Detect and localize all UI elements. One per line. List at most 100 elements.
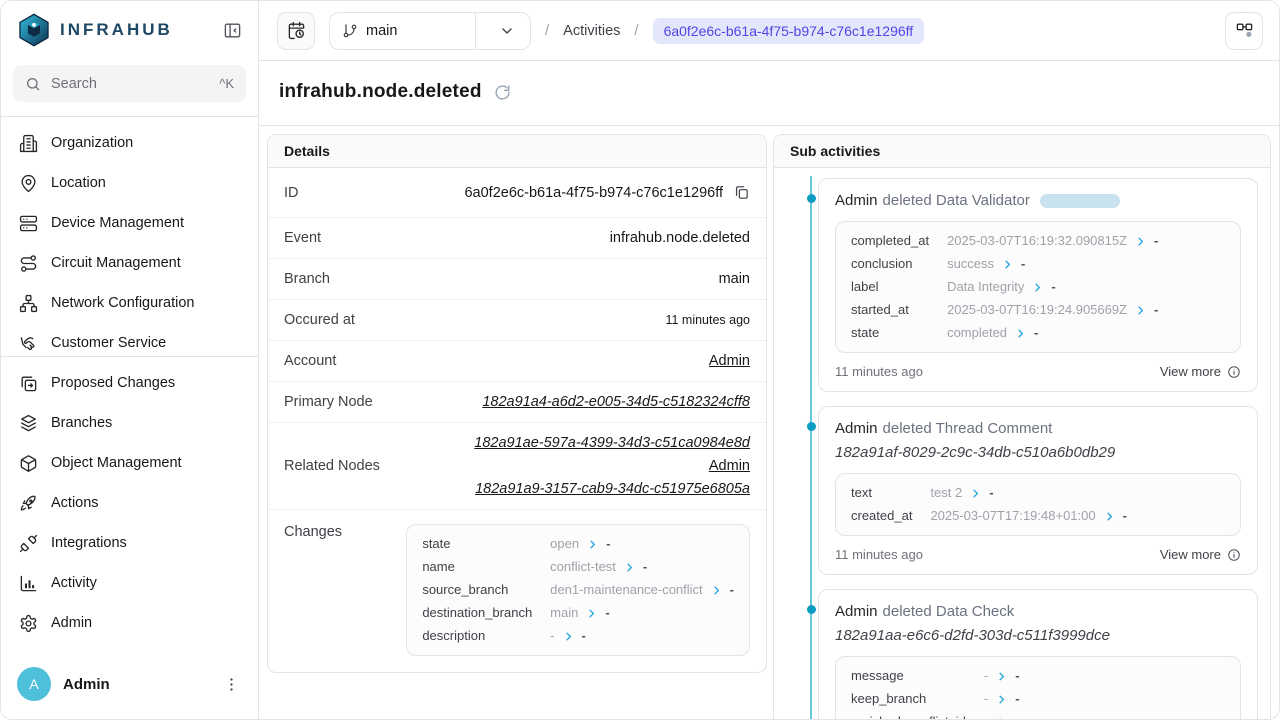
breadcrumb-activities[interactable]: Activities [563, 23, 620, 39]
server-icon [19, 214, 38, 233]
activity-action: deleted Data Check [883, 603, 1015, 620]
sidebar-item-device-management[interactable]: Device Management [9, 203, 250, 243]
kebab-menu-icon [223, 676, 240, 693]
chevron-right-icon [1002, 259, 1013, 270]
app-window: INFRAHUB Search ^K Organization Location… [0, 0, 1280, 720]
refresh-button[interactable] [494, 84, 511, 101]
sidebar-item-object-management[interactable]: Object Management [9, 443, 250, 483]
activity-action: deleted Thread Comment [883, 420, 1053, 437]
diff-icon [19, 374, 38, 393]
sidebar-item-label: Branches [51, 415, 112, 431]
activity-properties: message -- keep_branch -- enriched_confl… [835, 656, 1241, 719]
sidebar-item-network-configuration[interactable]: Network Configuration [9, 283, 250, 323]
calendar-clock-icon [287, 21, 306, 40]
activity-node-id: 182a91aa-e6c6-d2fd-303d-c511f3999dce [835, 627, 1241, 644]
account-link[interactable]: Admin [709, 353, 750, 369]
sidebar-item-label: Network Configuration [51, 295, 194, 311]
sidebar-item-admin[interactable]: Admin [9, 603, 250, 643]
chevron-right-icon [1015, 328, 1026, 339]
sidebar-item-organization[interactable]: Organization [9, 123, 250, 163]
sidebar-item-label: Admin [51, 615, 92, 631]
related-node-link[interactable]: 182a91a9-3157-cab9-34dc-c51975e6805a [475, 481, 750, 497]
info-icon [1227, 548, 1241, 562]
sidebar-item-proposed-changes[interactable]: Proposed Changes [9, 363, 250, 403]
detail-label: Account [284, 353, 336, 369]
activity-properties: text test 2- created_at 2025-03-07T17:19… [835, 473, 1241, 536]
sidebar-item-integrations[interactable]: Integrations [9, 523, 250, 563]
sidebar-nav-primary: Organization Location Device Management … [1, 117, 258, 356]
chevron-right-icon [970, 488, 981, 499]
view-more-button[interactable]: View more [1160, 547, 1241, 562]
sidebar-item-label: Integrations [51, 535, 127, 551]
related-node-link[interactable]: Admin [709, 458, 750, 474]
bar-chart-icon [19, 574, 38, 593]
breadcrumb-activity-id[interactable]: 6a0f2e6c-b61a-4f75-b974-c76c1e1296ff [653, 18, 925, 44]
plug-icon [19, 534, 38, 553]
detail-row-changes: Changes state open- name conflict-test- … [268, 510, 766, 672]
detail-row-occured-at: Occured at 11 minutes ago [268, 300, 766, 341]
panel-collapse-icon [223, 21, 242, 40]
changes-properties: state open- name conflict-test- source_b… [406, 524, 750, 656]
activity-node-id: 182a91af-8029-2c9c-34db-c510a6b0db29 [835, 444, 1241, 461]
detail-label: ID [284, 185, 299, 201]
chevron-right-icon [1135, 236, 1146, 247]
info-icon [1227, 365, 1241, 379]
sidebar-item-label: Customer Service [51, 335, 166, 351]
detail-row-id: ID 6a0f2e6c-b61a-4f75-b974-c76c1e1296ff [268, 168, 766, 218]
chevron-right-icon [711, 585, 722, 596]
gear-icon [19, 614, 38, 633]
related-node-link[interactable]: 182a91ae-597a-4399-34d3-c51ca0984e8d [474, 435, 750, 451]
sidebar-item-customer-service[interactable]: Customer Service [9, 323, 250, 356]
graph-view-button[interactable] [1225, 12, 1263, 50]
sub-activity-card: Admin deleted Data Validator completed_a… [818, 178, 1258, 392]
activity-timestamp: 11 minutes ago [835, 364, 923, 379]
activity-actor: Admin [835, 192, 878, 209]
chevron-right-icon [624, 562, 635, 573]
sidebar-item-branches[interactable]: Branches [9, 403, 250, 443]
infrahub-logo-icon [17, 13, 51, 47]
time-travel-button[interactable] [277, 12, 315, 50]
detail-value-id: 6a0f2e6c-b61a-4f75-b974-c76c1e1296ff [464, 185, 723, 201]
chevron-right-icon [1032, 282, 1043, 293]
copy-icon [733, 184, 750, 201]
top-bar: main / Activities / 6a0f2e6c-b61a-4f75-b… [259, 1, 1279, 61]
sidebar-collapse-button[interactable] [221, 19, 244, 42]
map-pin-icon [19, 174, 38, 193]
sidebar-item-actions[interactable]: Actions [9, 483, 250, 523]
sidebar: INFRAHUB Search ^K Organization Location… [1, 1, 259, 719]
main-area: main / Activities / 6a0f2e6c-b61a-4f75-b… [259, 1, 1279, 719]
activity-title: Admin deleted Data Validator [835, 192, 1241, 209]
copy-id-button[interactable] [733, 184, 750, 201]
detail-row-related-nodes: Related Nodes 182a91ae-597a-4399-34d3-c5… [268, 423, 766, 510]
activity-footer: 11 minutes ago View more [835, 547, 1241, 562]
branch-dropdown-toggle[interactable] [484, 23, 530, 39]
sidebar-header: INFRAHUB [1, 1, 258, 57]
sub-activities-panel-title: Sub activities [774, 135, 1270, 168]
primary-node-link[interactable]: 182a91a4-a6d2-e005-34d5-c5182324cff8 [482, 394, 750, 410]
details-panel-title: Details [268, 135, 766, 168]
sidebar-item-label: Device Management [51, 215, 184, 231]
sidebar-item-activity[interactable]: Activity [9, 563, 250, 603]
search-placeholder: Search [51, 76, 209, 92]
user-menu[interactable]: A Admin [1, 653, 258, 719]
refresh-icon [494, 84, 511, 101]
view-more-button[interactable]: View more [1160, 364, 1241, 379]
search-shortcut: ^K [219, 76, 234, 91]
sidebar-item-label: Actions [51, 495, 99, 511]
network-icon [19, 294, 38, 313]
building-icon [19, 134, 38, 153]
branch-name: main [366, 23, 467, 39]
branch-selector[interactable]: main [329, 12, 531, 50]
sidebar-item-circuit-management[interactable]: Circuit Management [9, 243, 250, 283]
sidebar-item-label: Object Management [51, 455, 182, 471]
chevron-down-icon [499, 23, 515, 39]
user-kebab-button[interactable] [221, 674, 242, 695]
chevron-right-icon [586, 608, 597, 619]
detail-label: Occured at [284, 312, 355, 328]
sidebar-item-location[interactable]: Location [9, 163, 250, 203]
layers-icon [19, 414, 38, 433]
search-input[interactable]: Search ^K [13, 65, 246, 102]
activity-footer: 11 minutes ago View more [835, 364, 1241, 379]
activity-actor: Admin [835, 603, 878, 620]
sub-activity-card: Admin deleted Thread Comment 182a91af-80… [818, 406, 1258, 575]
